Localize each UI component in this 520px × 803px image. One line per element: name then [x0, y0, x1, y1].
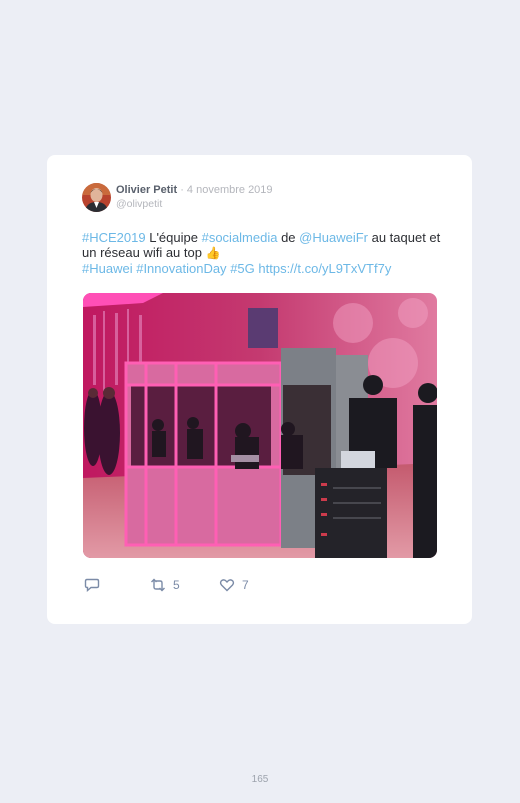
hashtag-link[interactable]: #Huawei: [82, 261, 133, 276]
reply-action[interactable]: [84, 578, 100, 592]
mention-link[interactable]: @HuaweiFr: [299, 230, 368, 245]
retweet-count: 5: [173, 578, 180, 592]
heart-icon: [219, 579, 235, 592]
tweet-date[interactable]: 4 novembre 2019: [187, 184, 273, 196]
hashtag-link[interactable]: #HCE2019: [82, 230, 146, 245]
hashtag-link[interactable]: #socialmedia: [202, 230, 278, 245]
author-handle[interactable]: @olivpetit: [116, 198, 162, 210]
like-action[interactable]: 7: [219, 578, 249, 592]
page-number: 165: [251, 774, 269, 785]
header-separator: ·: [177, 184, 187, 196]
retweet-action[interactable]: 5: [150, 578, 180, 592]
tweet-url-link[interactable]: https://t.co/yL9TxVTf7y: [258, 261, 391, 276]
tweet-photo[interactable]: [83, 293, 437, 558]
author-avatar[interactable]: [82, 183, 111, 212]
like-count: 7: [242, 578, 249, 592]
tweet-header: Olivier Petit · 4 novembre 2019: [116, 184, 273, 196]
tweet-card: Olivier Petit · 4 novembre 2019 @olivpet…: [47, 155, 472, 624]
author-name[interactable]: Olivier Petit: [116, 184, 177, 196]
hashtag-link[interactable]: #InnovationDay: [136, 261, 226, 276]
hashtag-link[interactable]: #5G: [230, 261, 255, 276]
tweet-text-fragment: de: [277, 230, 300, 245]
thumbs-up-emoji: 👍: [205, 246, 221, 260]
tweet-text: #HCE2019 L'équipe #socialmedia de @Huawe…: [82, 230, 452, 276]
tweet-text-fragment: L'équipe: [145, 230, 202, 245]
retweet-icon: [151, 578, 165, 592]
reply-icon: [84, 578, 100, 592]
